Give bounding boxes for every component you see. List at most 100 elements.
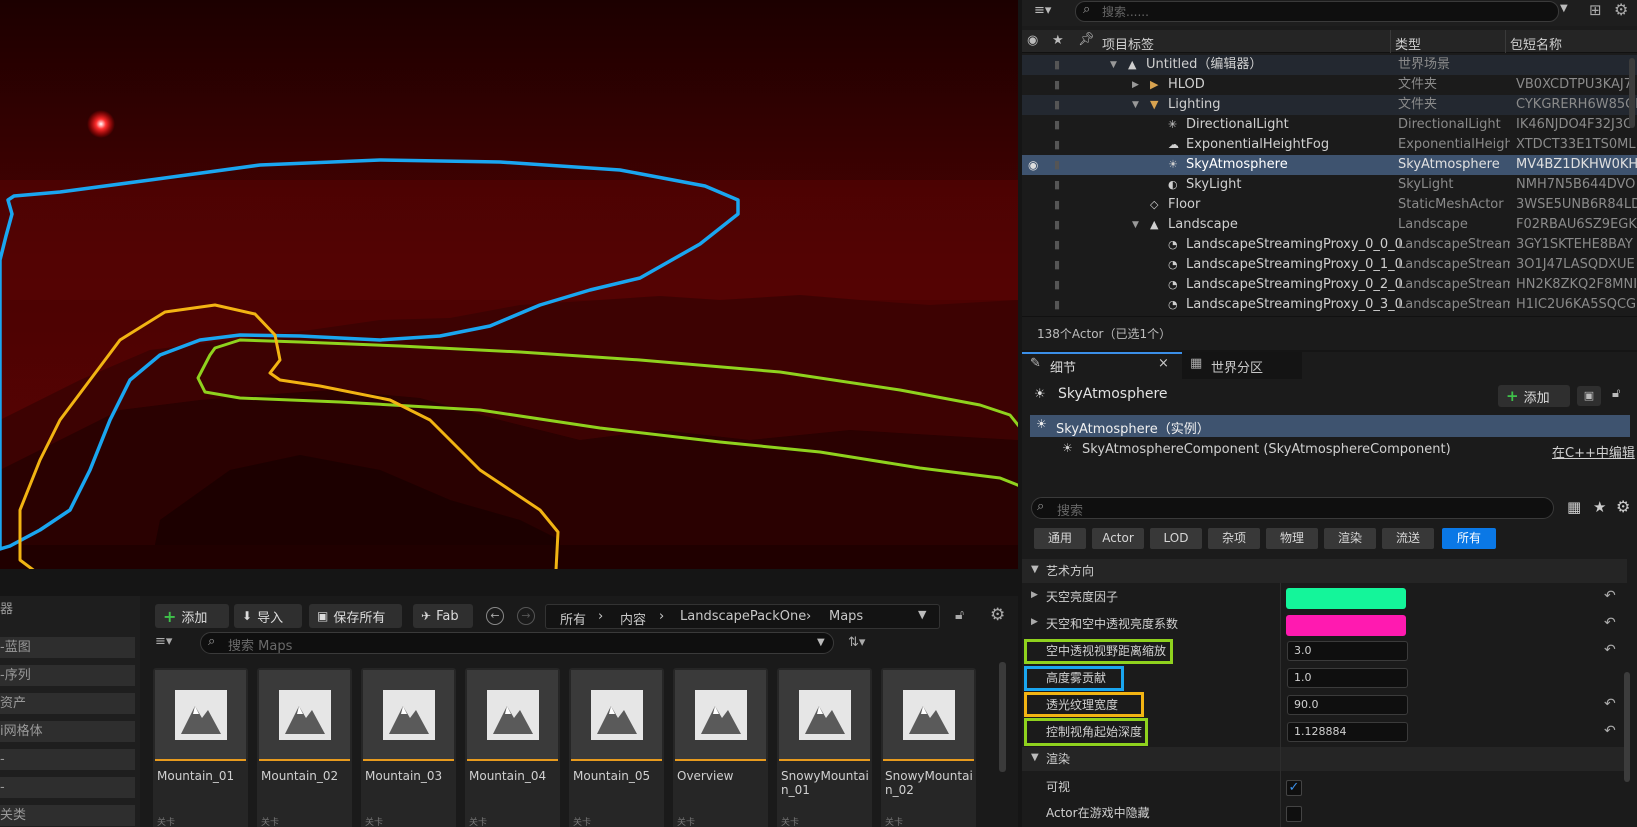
chevron-down-icon[interactable]: ▼ (1132, 95, 1139, 115)
chevron-right-icon[interactable]: ▶ (1031, 590, 1038, 600)
breadcrumb-all[interactable]: 所有 (560, 609, 586, 628)
details-scrollbar[interactable] (1624, 672, 1630, 782)
visible-checkbox[interactable]: ✓ (1286, 780, 1302, 796)
filter-tab[interactable]: 物理 (1266, 528, 1318, 549)
asset-tile[interactable]: Mountain_05 关卡 (569, 668, 664, 827)
gear-icon[interactable]: ⚙ (1616, 497, 1630, 516)
col-label-header[interactable]: 项目标签 (1102, 34, 1154, 53)
outliner-row[interactable]: ▮ ◔ LandscapeStreamingProxy_0_2_0 Landscape… (1022, 275, 1637, 295)
sort-icon[interactable]: ⇅▾ (848, 635, 865, 650)
outliner-row[interactable]: ▮ ◐ SkyLight SkyLight NMH7N5B644DVO (1022, 175, 1637, 195)
actor-name[interactable]: SkyAtmosphere (1058, 386, 1168, 402)
outliner-row[interactable]: ◉ ▮ ☀ SkyAtmosphere SkyAtmosphere MV4BZ1DKHW0… (1022, 155, 1637, 175)
breadcrumb-pack[interactable]: LandscapePackOne (680, 609, 806, 624)
close-icon[interactable]: × (1158, 356, 1169, 371)
column-divider[interactable] (1505, 30, 1506, 53)
star-icon[interactable]: ★ (1052, 33, 1064, 48)
aerial-luminance-color[interactable] (1286, 615, 1406, 636)
filter-tab[interactable]: 通用 (1034, 528, 1086, 549)
gear-icon[interactable]: ⚙ (990, 605, 1005, 625)
sidebar-item-3[interactable]: 资产 (0, 693, 135, 714)
asset-tile[interactable]: Mountain_01 关卡 (153, 668, 248, 827)
asset-tile[interactable]: SnowyMountain_02 关卡 (881, 668, 976, 827)
asset-search-input[interactable] (200, 632, 834, 654)
eye-icon[interactable]: ◉ (1027, 33, 1038, 48)
section-rendering[interactable] (1022, 747, 1627, 771)
asset-tile[interactable]: SnowyMountain_01 关卡 (777, 668, 872, 827)
property-value-input[interactable]: 3.0 (1287, 641, 1408, 661)
lock-icon[interactable]: 🔓︎ (1612, 386, 1620, 401)
sidebar-item-6[interactable]: ‑ (0, 777, 135, 798)
filter-tab[interactable]: 流送 (1382, 528, 1434, 549)
reset-to-default-icon[interactable]: ↶ (1604, 642, 1616, 658)
filter-tab[interactable]: LOD (1150, 528, 1202, 549)
fab-button[interactable]: ✈ Fab (413, 604, 473, 628)
breadcrumb-maps[interactable]: Maps (829, 609, 863, 624)
component-row[interactable]: SkyAtmosphereComponent (SkyAtmosphereCom… (1082, 442, 1451, 457)
sidebar-item-4[interactable]: i网格体 (0, 721, 135, 742)
outliner-row[interactable]: ▮ ▼ ▲ Landscape Landscape F02RBAU6SZ9EGK (1022, 215, 1637, 235)
back-icon[interactable]: ← (486, 607, 504, 625)
blueprint-icon[interactable]: ▣ (1577, 386, 1601, 406)
property-value-input[interactable]: 90.0 (1287, 695, 1408, 715)
chevron-right-icon[interactable]: ▶ (1132, 75, 1139, 95)
gear-icon[interactable]: ⚙ (1614, 0, 1628, 19)
filter-icon[interactable]: ≡▾ (1034, 3, 1051, 18)
col-package-header[interactable]: 包短名称 (1510, 34, 1562, 53)
property-value-input[interactable]: 1.0 (1287, 668, 1408, 688)
outliner-row[interactable]: ▮ ◔ LandscapeStreamingProxy_0_1_0 Landscape… (1022, 255, 1637, 275)
sidebar-item-5[interactable]: ‑ (0, 749, 135, 770)
asset-tile[interactable]: Overview 关卡 (673, 668, 768, 827)
add-component-button[interactable]: + 添加 (1498, 385, 1570, 407)
filter-tab[interactable]: Actor (1092, 528, 1144, 549)
table-view-icon[interactable]: ▦ (1567, 498, 1581, 516)
asset-tile[interactable]: Mountain_02 关卡 (257, 668, 352, 827)
reset-to-default-icon[interactable]: ↶ (1604, 696, 1616, 712)
asset-scrollbar[interactable] (999, 662, 1006, 772)
chevron-down-icon[interactable]: ▼ (1132, 215, 1139, 235)
lock-icon[interactable]: 🔓︎ (955, 607, 964, 623)
level-viewport[interactable] (0, 0, 1018, 569)
reset-to-default-icon[interactable]: ↶ (1604, 588, 1616, 604)
details-column-divider[interactable] (1280, 583, 1281, 827)
asset-tile[interactable]: Mountain_03 关卡 (361, 668, 456, 827)
chevron-down-icon[interactable]: ▼ (1560, 3, 1568, 14)
outliner-row[interactable]: ▮ ▼ ▼ Lighting 文件夹 CYKGRERH6W85GI (1022, 95, 1637, 115)
chevron-right-icon[interactable]: ▶ (1031, 617, 1038, 627)
import-button[interactable]: ⬇ 导入 (234, 604, 302, 628)
chevron-down-icon[interactable]: ▼ (1110, 55, 1117, 75)
sidebar-item-0[interactable]: 器 (0, 599, 137, 620)
chevron-down-icon[interactable]: ▼ (817, 637, 825, 648)
star-icon[interactable]: ★ (1593, 498, 1606, 516)
property-value-input[interactable]: 1.128884 (1287, 722, 1408, 742)
reset-to-default-icon[interactable]: ↶ (1604, 723, 1616, 739)
outliner-row[interactable]: ▮ ◇ Floor StaticMeshActor 3WSE5UNB6R84LD (1022, 195, 1637, 215)
sidebar-item-2[interactable]: ‑序列 (0, 665, 135, 686)
outliner-row[interactable]: ▮ ☁ ExponentialHeightFog ExponentialHeightF… (1022, 135, 1637, 155)
pin-icon[interactable]: 📌︎ (1078, 32, 1095, 47)
outliner-row[interactable]: ▮ ◔ LandscapeStreamingProxy_0_3_0 Landscape… (1022, 295, 1637, 315)
add-button[interactable]: + 添加 (155, 604, 229, 628)
save-all-button[interactable]: ▣ 保存所有 (309, 604, 402, 628)
column-divider[interactable] (1390, 30, 1391, 53)
chevron-down-icon[interactable]: ▼ (918, 608, 926, 621)
outliner-row[interactable]: ▮ ✳ DirectionalLight DirectionalLight IK46NJ… (1022, 115, 1637, 135)
filter-tab[interactable]: 渲染 (1324, 528, 1376, 549)
hidden-in-game-checkbox[interactable] (1286, 806, 1302, 822)
outliner-scrollbar[interactable] (1629, 58, 1635, 128)
asset-tile[interactable]: Mountain_04 关卡 (465, 668, 560, 827)
sidebar-item-1[interactable]: ‑蓝图 (0, 637, 135, 658)
col-type-header[interactable]: 类型 (1395, 34, 1421, 53)
filter-tab[interactable]: 所有 (1442, 528, 1496, 549)
details-search-input[interactable] (1031, 497, 1554, 519)
eye-icon[interactable]: ◉ (1028, 155, 1038, 175)
sky-luminance-color[interactable] (1286, 588, 1406, 609)
outliner-row[interactable]: ▮ ◔ LandscapeStreamingProxy_0_0_0 Landscape… (1022, 235, 1637, 255)
sidebar-item-7[interactable]: 关类 (0, 805, 135, 826)
section-art-direction[interactable] (1022, 559, 1627, 583)
filter-icon[interactable]: ≡▾ (155, 634, 172, 649)
outliner-row[interactable]: ▮ ▼ ▲ Untitled（编辑器） 世界场景 (1022, 55, 1637, 75)
outliner-row[interactable]: ▮ ▶ ▶ HLOD 文件夹 VB0XCDTPU3KAJ7 (1022, 75, 1637, 95)
filter-tab[interactable]: 杂项 (1208, 528, 1260, 549)
breadcrumb-content[interactable]: 内容 (620, 609, 646, 628)
